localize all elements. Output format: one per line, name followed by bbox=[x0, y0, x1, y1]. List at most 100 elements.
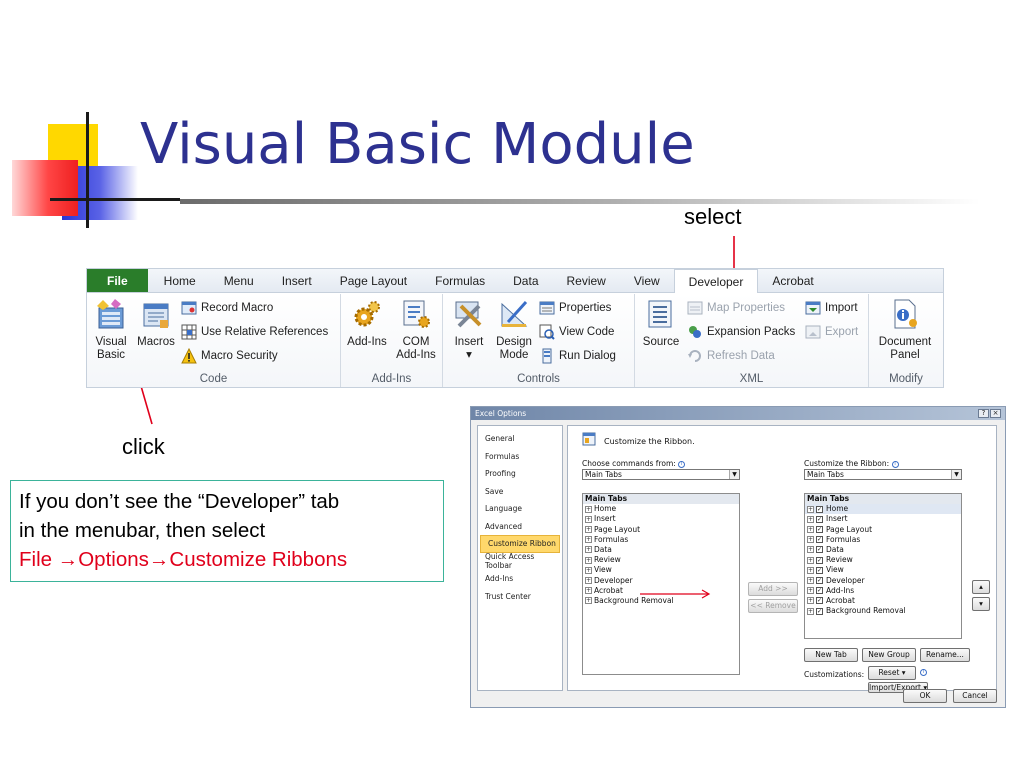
view-code-button[interactable]: View Code bbox=[539, 324, 614, 340]
properties-button[interactable]: Properties bbox=[539, 300, 611, 316]
tab-file[interactable]: File bbox=[87, 269, 148, 292]
tab-home[interactable]: Home bbox=[150, 269, 210, 292]
use-relative-references-button[interactable]: Use Relative References bbox=[181, 324, 328, 340]
tab-menu[interactable]: Menu bbox=[210, 269, 268, 292]
insert-control-button[interactable]: Insert ▾ bbox=[449, 298, 489, 362]
group-code: Visual Basic Macros Record Macro Use Rel… bbox=[87, 294, 341, 387]
expand-icon: + bbox=[807, 546, 814, 554]
tab-review[interactable]: Review bbox=[553, 269, 620, 292]
map-properties-label: Map Properties bbox=[707, 302, 785, 314]
nav-trust-center[interactable]: Trust Center bbox=[478, 588, 562, 606]
macros-button[interactable]: Macros bbox=[135, 298, 177, 349]
export-icon bbox=[805, 325, 821, 339]
list-item[interactable]: + ✓ Insert bbox=[805, 514, 961, 524]
nav-save[interactable]: Save bbox=[478, 483, 562, 501]
list-item[interactable]: + ✓ View bbox=[805, 565, 961, 575]
close-button[interactable]: × bbox=[990, 409, 1001, 418]
expand-icon: + bbox=[807, 587, 814, 595]
import-button[interactable]: Import bbox=[805, 300, 858, 316]
document-panel-button[interactable]: Document Panel bbox=[873, 298, 937, 362]
list-item[interactable]: + ✓ Add-Ins bbox=[805, 586, 961, 596]
list-item[interactable]: + Home bbox=[583, 504, 739, 514]
tab-view[interactable]: View bbox=[620, 269, 674, 292]
refresh-data-button[interactable]: Refresh Data bbox=[687, 348, 775, 364]
move-down-button[interactable]: ▾ bbox=[972, 597, 990, 611]
path-file: File bbox=[19, 548, 58, 571]
tab-insert[interactable]: Insert bbox=[268, 269, 326, 292]
choose-commands-select[interactable]: Main Tabs ▼ bbox=[582, 469, 740, 480]
expand-icon: + bbox=[807, 505, 814, 513]
info-icon: i bbox=[678, 460, 686, 468]
group-xml: Source Map Properties Expansion Packs Re… bbox=[635, 294, 869, 387]
customize-ribbon-select[interactable]: Main Tabs ▼ bbox=[804, 469, 962, 480]
nav-language[interactable]: Language bbox=[478, 500, 562, 518]
nav-proofing[interactable]: Proofing bbox=[478, 465, 562, 483]
run-dialog-icon bbox=[542, 348, 552, 364]
new-group-button[interactable]: New Group bbox=[862, 648, 916, 662]
dialog-title-bar: Excel Options ? × bbox=[471, 407, 1005, 420]
nav-advanced[interactable]: Advanced bbox=[478, 518, 562, 536]
info-icon: i bbox=[920, 669, 927, 676]
map-properties-button[interactable]: Map Properties bbox=[687, 300, 785, 316]
reset-button[interactable]: Reset ▾ bbox=[868, 666, 916, 680]
macros-label: Macros bbox=[137, 336, 175, 348]
list-item[interactable]: + ✓ Background Removal bbox=[805, 606, 961, 616]
list-item[interactable]: + ✓ Data bbox=[805, 545, 961, 555]
tab-acrobat[interactable]: Acrobat bbox=[758, 269, 827, 292]
expansion-packs-button[interactable]: Expansion Packs bbox=[687, 324, 795, 340]
document-panel-label-2: Panel bbox=[890, 349, 920, 361]
add-ins-button[interactable]: Add-Ins bbox=[345, 298, 389, 349]
cancel-button[interactable]: Cancel bbox=[953, 689, 997, 703]
list-item[interactable]: + ✓ Formulas bbox=[805, 535, 961, 545]
list-item[interactable]: + Insert bbox=[583, 514, 739, 524]
export-button[interactable]: Export bbox=[805, 324, 858, 340]
nav-customize-ribbon[interactable]: Customize Ribbon bbox=[480, 535, 560, 553]
export-label: Export bbox=[825, 326, 859, 338]
nav-quick-access-toolbar[interactable]: Quick Access Toolbar bbox=[478, 552, 562, 570]
refresh-data-label: Refresh Data bbox=[707, 350, 775, 362]
record-macro-button[interactable]: Record Macro bbox=[181, 300, 273, 316]
developer-pointer-arrow bbox=[640, 589, 711, 599]
ribbon-tabs-list[interactable]: Main Tabs + ✓ Home + ✓ Insert + ✓ Page Layout … bbox=[804, 493, 962, 639]
tab-data[interactable]: Data bbox=[499, 269, 552, 292]
tab-developer[interactable]: Developer bbox=[673, 269, 759, 293]
list-item[interactable]: + View bbox=[583, 565, 739, 575]
list-item[interactable]: + ✓ Home bbox=[805, 504, 961, 515]
list-item[interactable]: + Data bbox=[583, 545, 739, 555]
list-item[interactable]: + ✓ Review bbox=[805, 555, 961, 565]
add-button[interactable]: Add >> bbox=[748, 582, 798, 596]
list-item-developer[interactable]: + Developer bbox=[583, 576, 739, 586]
source-button[interactable]: Source bbox=[639, 298, 683, 349]
list-item[interactable]: + ✓ Acrobat bbox=[805, 596, 961, 606]
commands-list[interactable]: Main Tabs + Home + Insert + Page Layout + Fo… bbox=[582, 493, 740, 675]
list-item[interactable]: + Formulas bbox=[583, 535, 739, 545]
decor-vertical-line bbox=[86, 112, 89, 228]
expand-icon: + bbox=[585, 515, 592, 523]
checkbox-checked-icon: ✓ bbox=[816, 526, 823, 534]
list-item[interactable]: + ✓ Page Layout bbox=[805, 525, 961, 535]
visual-basic-button[interactable]: Visual Basic bbox=[91, 298, 131, 362]
move-up-button[interactable]: ▴ bbox=[972, 580, 990, 594]
com-add-ins-button[interactable]: COM Add-Ins bbox=[393, 298, 439, 362]
help-button[interactable]: ? bbox=[978, 409, 989, 418]
tab-formulas[interactable]: Formulas bbox=[421, 269, 499, 292]
rename-button[interactable]: Rename... bbox=[920, 648, 970, 662]
list-item-developer[interactable]: + ✓ Developer bbox=[805, 576, 961, 586]
nav-general[interactable]: General bbox=[478, 430, 562, 448]
add-ins-gear-icon bbox=[354, 301, 380, 327]
instruction-text-box: If you don’t see the “Developer” tab in … bbox=[10, 480, 444, 582]
ok-button[interactable]: OK bbox=[903, 689, 947, 703]
list-item[interactable]: + Page Layout bbox=[583, 525, 739, 535]
remove-button[interactable]: << Remove bbox=[748, 599, 798, 613]
view-code-label: View Code bbox=[559, 326, 615, 338]
nav-add-ins[interactable]: Add-Ins bbox=[478, 570, 562, 588]
panel-heading: Customize the Ribbon. bbox=[604, 437, 695, 446]
checkbox-checked-icon: ✓ bbox=[816, 546, 823, 554]
macro-security-button[interactable]: Macro Security bbox=[181, 348, 278, 364]
run-dialog-button[interactable]: Run Dialog bbox=[539, 348, 616, 364]
design-mode-button[interactable]: Design Mode bbox=[493, 298, 535, 362]
new-tab-button[interactable]: New Tab bbox=[804, 648, 858, 662]
list-item[interactable]: + Review bbox=[583, 555, 739, 565]
tab-page-layout[interactable]: Page Layout bbox=[326, 269, 421, 292]
nav-formulas[interactable]: Formulas bbox=[478, 448, 562, 466]
